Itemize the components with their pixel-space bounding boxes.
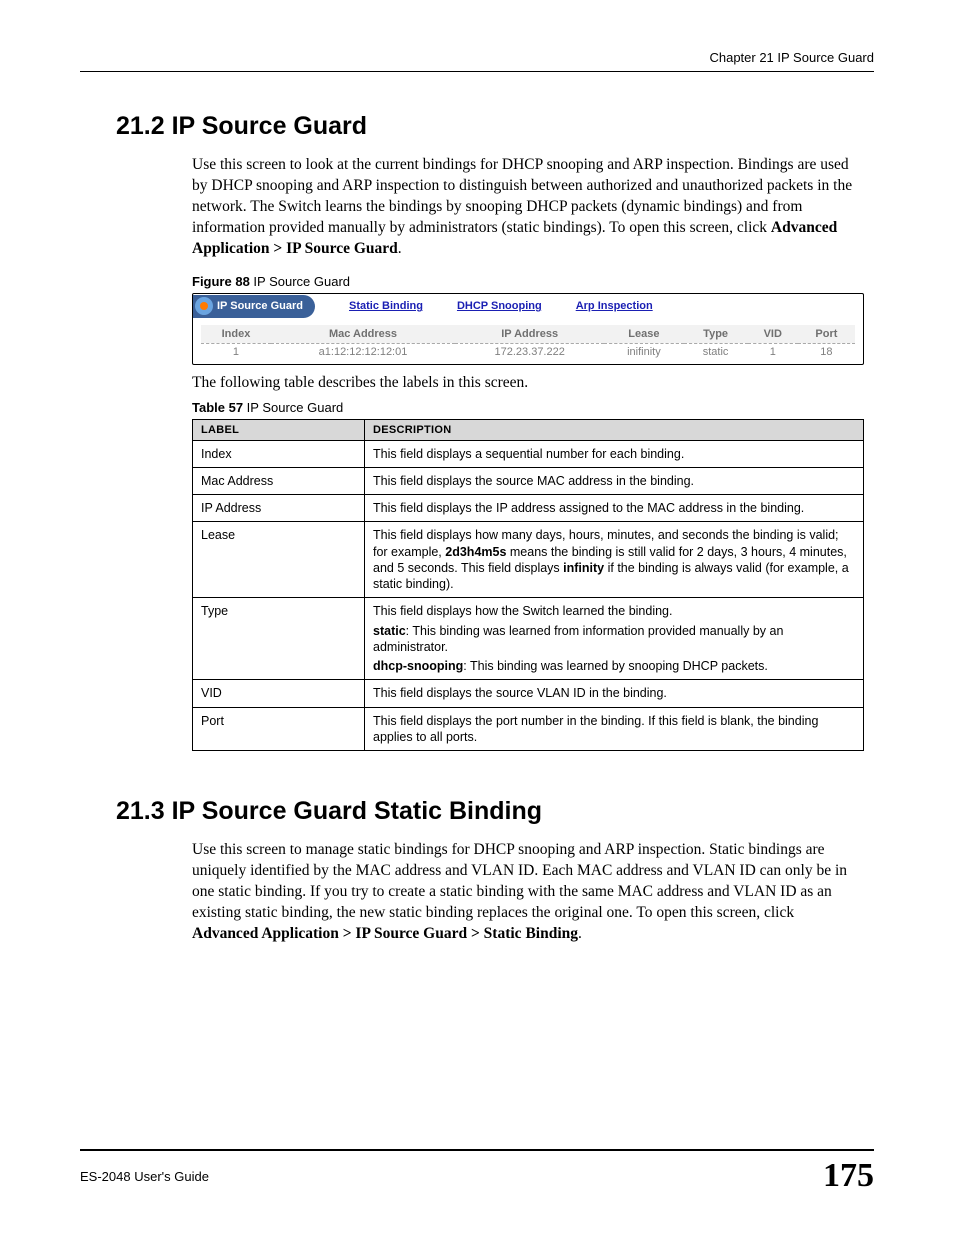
description-cell: This field displays the source VLAN ID i… [365, 680, 864, 707]
cell-type: static [684, 343, 748, 360]
ip-source-guard-chip: IP Source Guard [193, 295, 315, 318]
figure-table-row: 1 a1:12:12:12:12:01 172.23.37.222 inifin… [201, 343, 855, 360]
col-vid: VID [748, 325, 798, 344]
para-text-end: . [398, 240, 402, 257]
table-row: LeaseThis field displays how many days, … [193, 522, 864, 598]
section-21-2-paragraph: Use this screen to look at the current b… [192, 155, 864, 260]
col-ip: IP Address [455, 325, 604, 344]
table-row: LABEL DESCRIPTION [193, 419, 864, 440]
label-cell: IP Address [193, 495, 365, 522]
chip-label: IP Source Guard [217, 300, 303, 312]
description-cell: This field displays how many days, hours… [365, 522, 864, 598]
arp-inspection-link[interactable]: Arp Inspection [576, 300, 653, 312]
figure-caption-bold: Figure 88 [192, 274, 250, 289]
header-rule [80, 71, 874, 72]
page-footer: ES-2048 User's Guide 175 [80, 1149, 874, 1195]
table-row: IP AddressThis field displays the IP add… [193, 495, 864, 522]
label-cell: Mac Address [193, 467, 365, 494]
table-row: VIDThis field displays the source VLAN I… [193, 680, 864, 707]
para-text-end: . [578, 925, 582, 942]
description-cell: This field displays the IP address assig… [365, 495, 864, 522]
para-text: Use this screen to look at the current b… [192, 156, 852, 236]
figure-88-table: Index Mac Address IP Address Lease Type … [201, 325, 855, 360]
table-57: LABEL DESCRIPTION IndexThis field displa… [192, 419, 864, 752]
figure-caption-rest: IP Source Guard [250, 274, 350, 289]
cell-port: 18 [798, 343, 855, 360]
cell-lease: inifinity [604, 343, 683, 360]
section-21-3-paragraph: Use this screen to manage static binding… [192, 840, 864, 945]
para-text: Use this screen to manage static binding… [192, 841, 847, 921]
section-21-2-heading: 21.2 IP Source Guard [116, 112, 874, 141]
static-binding-link[interactable]: Static Binding [349, 300, 423, 312]
cell-vid: 1 [748, 343, 798, 360]
figure-88-screenshot: IP Source Guard Static Binding DHCP Snoo… [192, 293, 864, 365]
table-row: Mac AddressThis field displays the sourc… [193, 467, 864, 494]
cell-mac: a1:12:12:12:12:01 [271, 343, 455, 360]
table-row: IndexThis field displays a sequential nu… [193, 440, 864, 467]
description-cell: This field displays the port number in t… [365, 707, 864, 751]
table-caption-rest: IP Source Guard [243, 400, 343, 415]
label-cell: VID [193, 680, 365, 707]
col-port: Port [798, 325, 855, 344]
col-lease: Lease [604, 325, 683, 344]
cell-index: 1 [201, 343, 271, 360]
description-cell: This field displays the source MAC addre… [365, 467, 864, 494]
table-57-intro: The following table describes the labels… [192, 373, 864, 394]
col-mac: Mac Address [271, 325, 455, 344]
figure-88-caption: Figure 88 IP Source Guard [192, 274, 864, 289]
figure-top-bar: IP Source Guard Static Binding DHCP Snoo… [193, 294, 863, 319]
running-header: Chapter 21 IP Source Guard [80, 50, 874, 65]
cell-ip: 172.23.37.222 [455, 343, 604, 360]
col-type: Type [684, 325, 748, 344]
label-cell: Index [193, 440, 365, 467]
section-21-3-heading: 21.3 IP Source Guard Static Binding [116, 797, 874, 826]
dhcp-snooping-link[interactable]: DHCP Snooping [457, 300, 542, 312]
table-57-caption: Table 57 IP Source Guard [192, 400, 864, 415]
footer-page-number: 175 [823, 1157, 874, 1195]
table-row: PortThis field displays the port number … [193, 707, 864, 751]
footer-rule [80, 1149, 874, 1151]
figure-table-header-row: Index Mac Address IP Address Lease Type … [201, 325, 855, 344]
description-cell: This field displays a sequential number … [365, 440, 864, 467]
col-index: Index [201, 325, 271, 344]
table-caption-bold: Table 57 [192, 400, 243, 415]
footer-guide-name: ES-2048 User's Guide [80, 1169, 209, 1184]
para-bold-path: Advanced Application > IP Source Guard >… [192, 925, 578, 942]
col-label: LABEL [193, 419, 365, 440]
table-row: TypeThis field displays how the Switch l… [193, 598, 864, 680]
label-cell: Lease [193, 522, 365, 598]
label-cell: Port [193, 707, 365, 751]
chip-dot-icon [195, 297, 213, 315]
col-description: DESCRIPTION [365, 419, 864, 440]
label-cell: Type [193, 598, 365, 680]
description-cell: This field displays how the Switch learn… [365, 598, 864, 680]
